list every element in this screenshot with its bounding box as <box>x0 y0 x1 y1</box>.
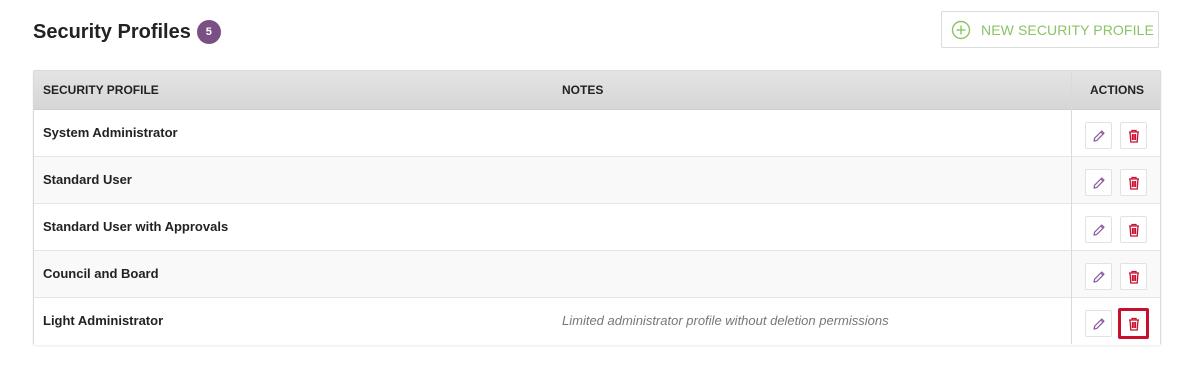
profile-name: Standard User <box>43 172 132 187</box>
delete-button[interactable] <box>1120 263 1147 290</box>
profile-name: Standard User with Approvals <box>43 219 229 234</box>
table-row[interactable]: System Administrator <box>34 110 1160 157</box>
trash-icon <box>1126 316 1142 332</box>
trash-icon <box>1126 222 1142 238</box>
trash-icon <box>1126 269 1142 285</box>
page-header: Security Profiles 5 <box>33 17 221 47</box>
profile-name: System Administrator <box>43 125 178 140</box>
column-header-actions: ACTIONS <box>1090 83 1144 97</box>
count-badge: 5 <box>196 20 221 44</box>
page-title: Security Profiles <box>33 20 191 43</box>
pencil-icon <box>1091 128 1107 144</box>
profile-name: Council and Board <box>43 266 159 281</box>
delete-button[interactable] <box>1118 308 1149 339</box>
pencil-icon <box>1091 175 1107 191</box>
pencil-icon <box>1091 222 1107 238</box>
new-security-profile-button[interactable]: NEW SECURITY PROFILE <box>941 11 1159 48</box>
edit-button[interactable] <box>1085 310 1112 337</box>
delete-button[interactable] <box>1120 122 1147 149</box>
edit-button[interactable] <box>1085 216 1112 243</box>
delete-button[interactable] <box>1120 216 1147 243</box>
table-row[interactable]: Standard User <box>34 157 1160 204</box>
pencil-icon <box>1091 316 1107 332</box>
edit-button[interactable] <box>1085 263 1112 290</box>
actions-column-divider <box>1071 71 1072 344</box>
column-header-security-profile[interactable]: SECURITY PROFILE <box>43 71 159 110</box>
new-security-profile-label: NEW SECURITY PROFILE <box>981 21 1154 38</box>
profile-notes: Limited administrator profile without de… <box>562 313 889 328</box>
delete-button[interactable] <box>1120 169 1147 196</box>
table-row[interactable]: Light Administrator Limited administrato… <box>34 298 1160 345</box>
trash-icon <box>1126 175 1142 191</box>
profile-name: Light Administrator <box>43 313 164 328</box>
plus-circle-icon <box>951 20 971 40</box>
pencil-icon <box>1091 269 1107 285</box>
security-profiles-table: SECURITY PROFILE NOTES ACTIONS System Ad… <box>33 70 1161 345</box>
table-row[interactable]: Standard User with Approvals <box>34 204 1160 251</box>
trash-icon <box>1126 128 1142 144</box>
table-row[interactable]: Council and Board <box>34 251 1160 298</box>
table-header: SECURITY PROFILE NOTES ACTIONS <box>34 71 1160 110</box>
edit-button[interactable] <box>1085 122 1112 149</box>
column-header-notes[interactable]: NOTES <box>562 71 603 110</box>
edit-button[interactable] <box>1085 169 1112 196</box>
